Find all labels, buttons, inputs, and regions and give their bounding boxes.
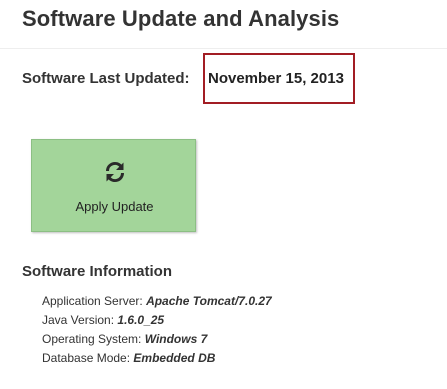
title-divider <box>0 48 447 49</box>
info-label: Application Server: <box>42 294 143 308</box>
info-value: Apache Tomcat/7.0.27 <box>146 294 272 308</box>
last-updated-label: Software Last Updated: <box>22 70 190 87</box>
software-update-page: Software Update and Analysis Software La… <box>0 0 447 389</box>
refresh-icon <box>105 161 125 183</box>
last-updated-date: November 15, 2013 <box>208 70 344 87</box>
software-info-list: Application Server: Apache Tomcat/7.0.27… <box>42 294 272 370</box>
apply-update-label: Apply Update <box>75 199 154 214</box>
info-label: Operating System: <box>42 332 142 346</box>
info-label: Java Version: <box>42 313 115 327</box>
info-value: Embedded DB <box>133 351 216 365</box>
software-info-heading: Software Information <box>22 263 173 280</box>
info-value: 1.6.0_25 <box>117 313 165 327</box>
info-value: Windows 7 <box>144 332 208 346</box>
apply-update-button[interactable]: Apply Update <box>31 139 196 232</box>
info-item-database-mode: Database Mode: Embedded DB <box>42 351 272 370</box>
page-title: Software Update and Analysis <box>22 6 340 31</box>
info-item-operating-system: Operating System: Windows 7 <box>42 332 272 351</box>
info-item-app-server: Application Server: Apache Tomcat/7.0.27 <box>42 294 272 313</box>
info-label: Database Mode: <box>42 351 131 365</box>
info-item-java-version: Java Version: 1.6.0_25 <box>42 313 272 332</box>
